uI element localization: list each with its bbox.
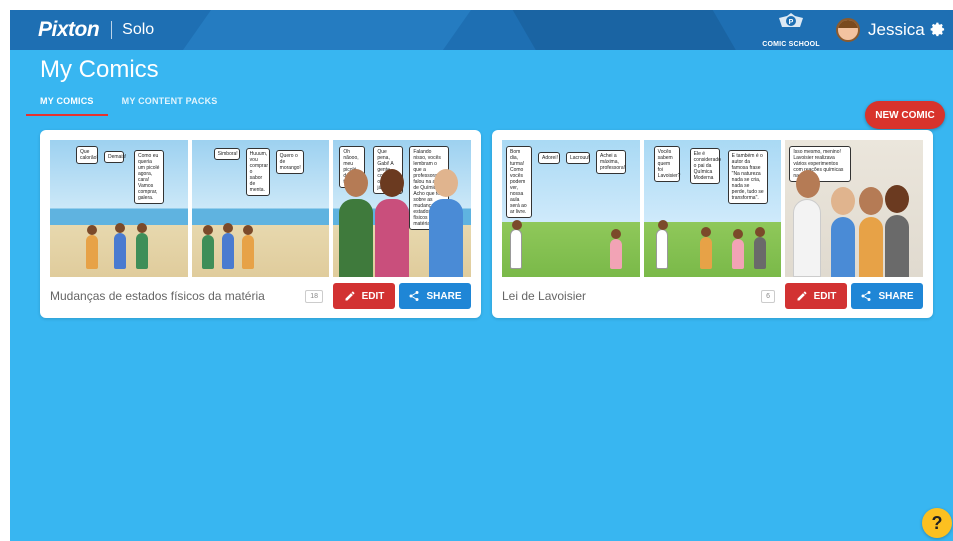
- brand[interactable]: Pixton Solo: [38, 18, 154, 42]
- speech-bubble: Ele é considerado o pai da Química Moder…: [689, 148, 721, 184]
- comic-school-badge-icon: P: [779, 13, 803, 27]
- brand-divider: [111, 21, 113, 39]
- comic-panel: Bom dia, turma! Como vocês podem ver, no…: [502, 140, 640, 277]
- character: [375, 169, 410, 277]
- app-window: Pixton Solo P COMIC SCHOOL Jessica My Co…: [10, 10, 953, 541]
- character: [221, 223, 234, 269]
- page-title: My Comics: [40, 56, 159, 83]
- svg-text:P: P: [789, 19, 794, 26]
- comic-panel: Isso mesmo, menino! Lavoisier realizava …: [785, 140, 924, 277]
- share-button[interactable]: SHARE: [399, 283, 471, 309]
- plan-label: Solo: [122, 21, 155, 38]
- speech-bubble: E também é o autor da famosa frase "Na n…: [727, 150, 768, 204]
- card-footer: Lei de Lavoisier 6 EDIT SHARE: [502, 283, 923, 309]
- speech-bubble: Vocês sabem quem foi Lavoisier?: [653, 146, 680, 182]
- speech-bubble: Simbora!: [213, 148, 240, 160]
- comic-school-label: COMIC SCHOOL: [762, 41, 820, 48]
- comic-strip[interactable]: Que calorão! Demais! Como eu queria um p…: [50, 140, 472, 277]
- character: [655, 220, 668, 269]
- share-label: SHARE: [878, 290, 914, 302]
- help-button[interactable]: ?: [922, 508, 952, 538]
- comic-panel: Simbora! Huuum, vou comprar o sabor de m…: [191, 140, 330, 277]
- speech-bubble: Demais!: [104, 151, 126, 163]
- tab-my-content-packs[interactable]: MY CONTENT PACKS: [108, 94, 232, 116]
- comic-card[interactable]: Bom dia, turma! Como vocês podem ver, no…: [492, 130, 933, 318]
- character: [731, 229, 744, 269]
- share-icon: [409, 291, 419, 301]
- tab-bar: MY COMICS MY CONTENT PACKS: [26, 94, 232, 116]
- comic-panel: Oh nãooo, meu picolé derreteu todinho. Q…: [333, 140, 472, 277]
- edit-label: EDIT: [813, 290, 837, 302]
- edit-button[interactable]: EDIT: [333, 283, 395, 309]
- comic-strip[interactable]: Bom dia, turma! Como vocês podem ver, no…: [502, 140, 924, 277]
- character: [885, 185, 910, 277]
- comic-title[interactable]: Lei de Lavoisier: [502, 289, 761, 303]
- character: [136, 223, 148, 269]
- top-bar: Pixton Solo P COMIC SCHOOL Jessica: [10, 10, 953, 50]
- comic-title[interactable]: Mudanças de estados físicos da matéria: [50, 289, 305, 303]
- gear-icon[interactable]: [930, 22, 946, 38]
- edit-button[interactable]: EDIT: [785, 283, 847, 309]
- speech-bubble: Quero o de morango!: [275, 150, 304, 174]
- share-button[interactable]: SHARE: [851, 283, 923, 309]
- card-footer: Mudanças de estados físicos da matéria 1…: [50, 283, 471, 309]
- speech-bubble: Que calorão!: [76, 146, 98, 164]
- character: [114, 223, 126, 269]
- speech-bubble: Lacrouu!: [566, 152, 590, 164]
- edit-label: EDIT: [361, 290, 385, 302]
- speech-bubble: Como eu queria um picolé agora, cara! Va…: [134, 150, 164, 204]
- character: [753, 227, 766, 269]
- panel-count-badge: 18: [305, 289, 323, 303]
- character: [610, 229, 622, 269]
- character: [699, 227, 712, 269]
- character: [831, 187, 856, 277]
- speech-bubble: Huuum, vou comprar o sabor de menta.: [245, 148, 270, 196]
- speech-bubble: Bom dia, turma! Como vocês podem ver, no…: [506, 146, 532, 218]
- tab-my-comics[interactable]: MY COMICS: [26, 94, 108, 116]
- new-comic-button[interactable]: NEW COMIC: [865, 101, 945, 129]
- pixton-logo[interactable]: Pixton: [38, 18, 100, 42]
- pencil-icon: [345, 291, 355, 301]
- character: [510, 220, 522, 269]
- comic-school-link[interactable]: P COMIC SCHOOL: [759, 13, 823, 48]
- character: [793, 170, 822, 277]
- comic-panel: Vocês sabem quem foi Lavoisier? Ele é co…: [643, 140, 782, 277]
- speech-bubble: Achei a máxima, professora!: [596, 150, 626, 174]
- comic-panel: Que calorão! Demais! Como eu queria um p…: [50, 140, 188, 277]
- share-label: SHARE: [426, 290, 462, 302]
- character: [429, 169, 464, 277]
- user-name[interactable]: Jessica: [868, 20, 925, 40]
- character: [86, 225, 98, 269]
- panel-count-badge: 6: [761, 289, 775, 303]
- character: [201, 225, 214, 269]
- share-icon: [861, 291, 871, 301]
- character: [339, 169, 374, 277]
- pencil-icon: [797, 291, 807, 301]
- speech-bubble: Adorei!: [538, 152, 560, 164]
- avatar[interactable]: [836, 18, 860, 42]
- character: [859, 187, 884, 277]
- user-menu[interactable]: Jessica: [836, 18, 925, 42]
- character: [241, 225, 254, 269]
- comic-card[interactable]: Que calorão! Demais! Como eu queria um p…: [40, 130, 481, 318]
